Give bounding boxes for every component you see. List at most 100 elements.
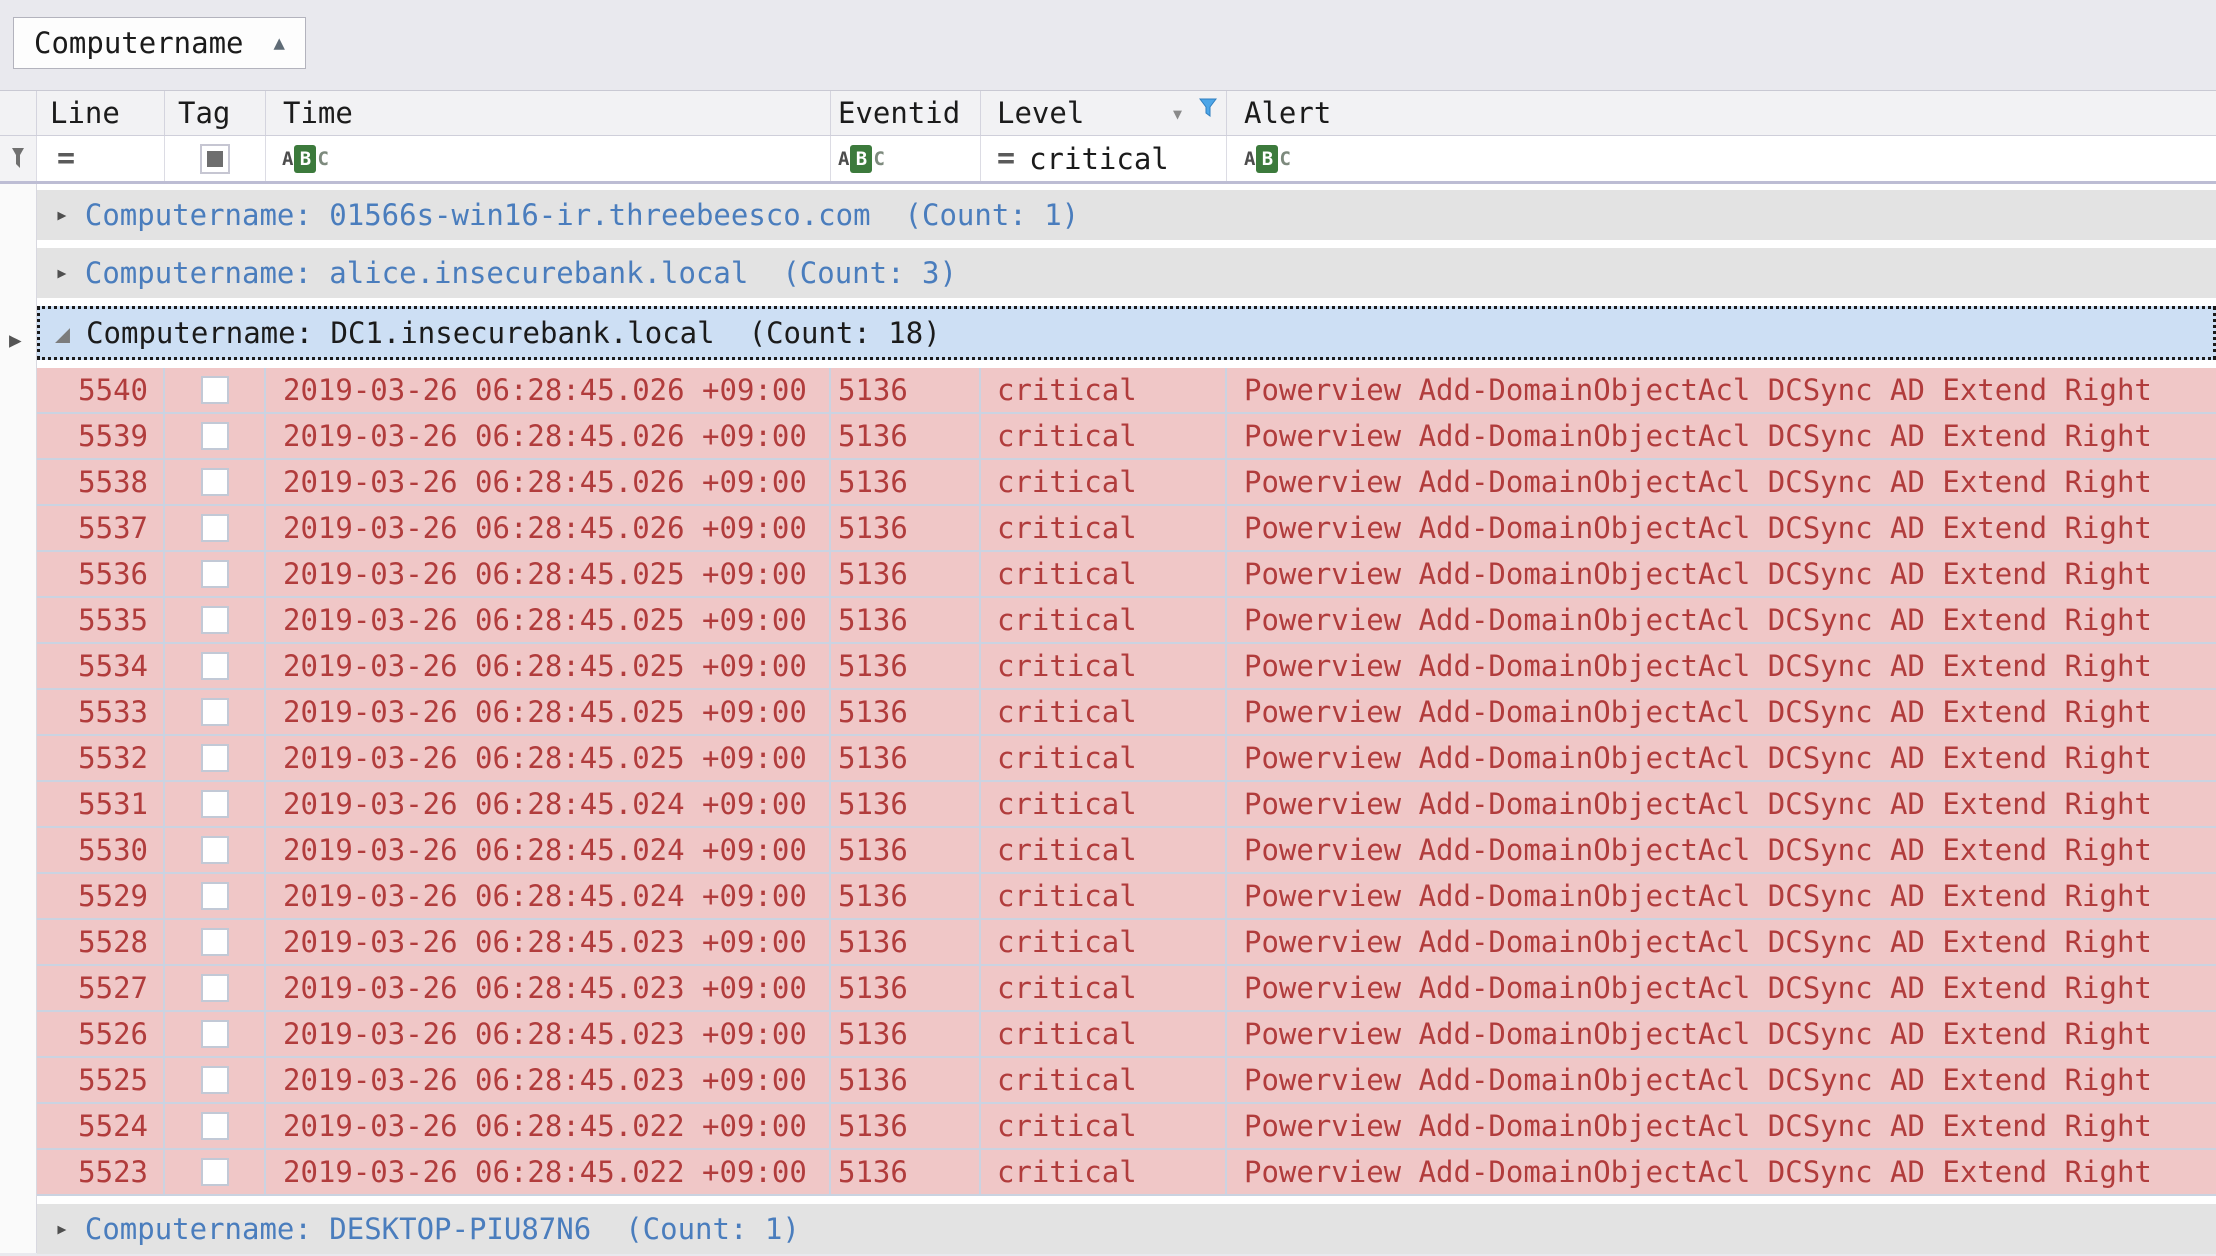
chevron-down-icon[interactable]: ▼ <box>1173 105 1182 123</box>
cell-alert: Powerview Add-DomainObjectAcl DCSync AD … <box>1227 644 2216 688</box>
tag-checkbox[interactable] <box>201 1158 229 1186</box>
table-row[interactable]: 55242019-03-26 06:28:45.022 +09:005136cr… <box>37 1104 2216 1150</box>
group-by-computername-button[interactable]: Computername ▲ <box>13 17 306 69</box>
group-count: (Count: 1) <box>905 198 1080 232</box>
active-filter-funnel-icon[interactable] <box>1198 92 1218 126</box>
tag-checkbox[interactable] <box>201 974 229 1002</box>
group-by-panel: Computername ▲ <box>0 0 2216 90</box>
tag-checkbox[interactable] <box>201 468 229 496</box>
focused-row-arrow-icon: ▶ <box>9 328 22 352</box>
cell-tag[interactable] <box>165 368 266 412</box>
abc-filter-icon[interactable]: ABC <box>1244 145 1291 173</box>
equals-operator-icon[interactable]: = <box>57 141 75 176</box>
level-filter-value[interactable]: critical <box>1029 142 1169 176</box>
filter-line-cell[interactable]: = <box>37 136 165 181</box>
group-label: Computername: alice.insecurebank.local <box>85 256 748 290</box>
cell-tag[interactable] <box>165 644 266 688</box>
cell-tag[interactable] <box>165 1150 266 1194</box>
table-row[interactable]: 55402019-03-26 06:28:45.026 +09:005136cr… <box>37 368 2216 414</box>
table-row[interactable]: 55342019-03-26 06:28:45.025 +09:005136cr… <box>37 644 2216 690</box>
expand-collapsed-icon[interactable]: ▸ <box>55 1216 69 1242</box>
table-row[interactable]: 55372019-03-26 06:28:45.026 +09:005136cr… <box>37 506 2216 552</box>
cell-tag[interactable] <box>165 736 266 780</box>
column-header-level[interactable]: Level ▼ <box>981 91 1227 135</box>
group-row-desktop-piu87n6[interactable]: ▸ Computername: DESKTOP-PIU87N6 (Count: … <box>37 1204 2216 1254</box>
group-row-alice[interactable]: ▸ Computername: alice.insecurebank.local… <box>37 248 2216 298</box>
cell-tag[interactable] <box>165 690 266 734</box>
table-row[interactable]: 55252019-03-26 06:28:45.023 +09:005136cr… <box>37 1058 2216 1104</box>
cell-time: 2019-03-26 06:28:45.023 +09:00 <box>266 1058 831 1102</box>
tag-checkbox[interactable] <box>201 1112 229 1140</box>
cell-tag[interactable] <box>165 1058 266 1102</box>
tag-checkbox[interactable] <box>201 744 229 772</box>
tag-checkbox[interactable] <box>201 652 229 680</box>
group-row-threebeesco[interactable]: ▸ Computername: 01566s-win16-ir.threebee… <box>37 190 2216 240</box>
table-row[interactable]: 55322019-03-26 06:28:45.025 +09:005136cr… <box>37 736 2216 782</box>
group-row-dc1-selected[interactable]: ◢ Computername: DC1.insecurebank.local (… <box>37 306 2216 360</box>
abc-filter-icon[interactable]: ABC <box>838 145 885 173</box>
equals-operator-icon[interactable]: = <box>997 141 1015 176</box>
cell-time: 2019-03-26 06:28:45.026 +09:00 <box>266 368 831 412</box>
expand-collapsed-icon[interactable]: ▸ <box>55 260 69 286</box>
cell-tag[interactable] <box>165 414 266 458</box>
tag-checkbox[interactable] <box>201 560 229 588</box>
cell-time: 2019-03-26 06:28:45.024 +09:00 <box>266 782 831 826</box>
cell-level: critical <box>981 506 1227 550</box>
table-row[interactable]: 55302019-03-26 06:28:45.024 +09:005136cr… <box>37 828 2216 874</box>
table-row[interactable]: 55392019-03-26 06:28:45.026 +09:005136cr… <box>37 414 2216 460</box>
filter-time-cell[interactable]: ABC <box>266 136 831 181</box>
table-row[interactable]: 55332019-03-26 06:28:45.025 +09:005136cr… <box>37 690 2216 736</box>
tag-checkbox[interactable] <box>201 790 229 818</box>
tag-checkbox[interactable] <box>201 882 229 910</box>
cell-tag[interactable] <box>165 966 266 1010</box>
cell-tag[interactable] <box>165 598 266 642</box>
tag-checkbox[interactable] <box>201 1020 229 1048</box>
column-header-alert[interactable]: Alert <box>1227 91 2216 135</box>
cell-tag[interactable] <box>165 460 266 504</box>
column-header-eventid[interactable]: Eventid <box>831 91 981 135</box>
cell-level: critical <box>981 920 1227 964</box>
abc-filter-icon[interactable]: ABC <box>282 145 329 173</box>
indeterminate-checkbox-icon[interactable] <box>200 144 230 174</box>
cell-tag[interactable] <box>165 920 266 964</box>
tag-checkbox[interactable] <box>201 376 229 404</box>
tag-checkbox[interactable] <box>201 606 229 634</box>
tag-checkbox[interactable] <box>201 422 229 450</box>
cell-tag[interactable] <box>165 1104 266 1148</box>
cell-tag[interactable] <box>165 552 266 596</box>
cell-tag[interactable] <box>165 1012 266 1056</box>
tag-checkbox[interactable] <box>201 836 229 864</box>
cell-time: 2019-03-26 06:28:45.025 +09:00 <box>266 644 831 688</box>
table-row[interactable]: 55382019-03-26 06:28:45.026 +09:005136cr… <box>37 460 2216 506</box>
filter-alert-cell[interactable]: ABC <box>1227 136 2216 181</box>
column-header-time[interactable]: Time <box>266 91 831 135</box>
table-row[interactable]: 55352019-03-26 06:28:45.025 +09:005136cr… <box>37 598 2216 644</box>
cell-tag[interactable] <box>165 874 266 918</box>
table-row[interactable]: 55232019-03-26 06:28:45.022 +09:005136cr… <box>37 1150 2216 1196</box>
column-header-line[interactable]: Line <box>37 91 165 135</box>
tag-checkbox[interactable] <box>201 698 229 726</box>
tag-checkbox[interactable] <box>201 928 229 956</box>
filter-tag-cell[interactable] <box>165 136 266 181</box>
tag-checkbox[interactable] <box>201 1066 229 1094</box>
cell-level: critical <box>981 644 1227 688</box>
table-row[interactable]: 55262019-03-26 06:28:45.023 +09:005136cr… <box>37 1012 2216 1058</box>
expand-collapsed-icon[interactable]: ▸ <box>55 202 69 228</box>
cell-line: 5538 <box>37 460 165 504</box>
cell-tag[interactable] <box>165 782 266 826</box>
table-row[interactable]: 55312019-03-26 06:28:45.024 +09:005136cr… <box>37 782 2216 828</box>
column-header-tag[interactable]: Tag <box>165 91 266 135</box>
tag-checkbox[interactable] <box>201 514 229 542</box>
table-row[interactable]: 55362019-03-26 06:28:45.025 +09:005136cr… <box>37 552 2216 598</box>
table-row[interactable]: 55272019-03-26 06:28:45.023 +09:005136cr… <box>37 966 2216 1012</box>
cell-level: critical <box>981 598 1227 642</box>
cell-tag[interactable] <box>165 506 266 550</box>
cell-eventid: 5136 <box>831 690 981 734</box>
table-row[interactable]: 55292019-03-26 06:28:45.024 +09:005136cr… <box>37 874 2216 920</box>
filter-level-cell[interactable]: = critical <box>981 136 1227 181</box>
cell-tag[interactable] <box>165 828 266 872</box>
table-row[interactable]: 55282019-03-26 06:28:45.023 +09:005136cr… <box>37 920 2216 966</box>
filter-eventid-cell[interactable]: ABC <box>831 136 981 181</box>
expand-expanded-icon[interactable]: ◢ <box>55 319 70 348</box>
cell-line: 5532 <box>37 736 165 780</box>
